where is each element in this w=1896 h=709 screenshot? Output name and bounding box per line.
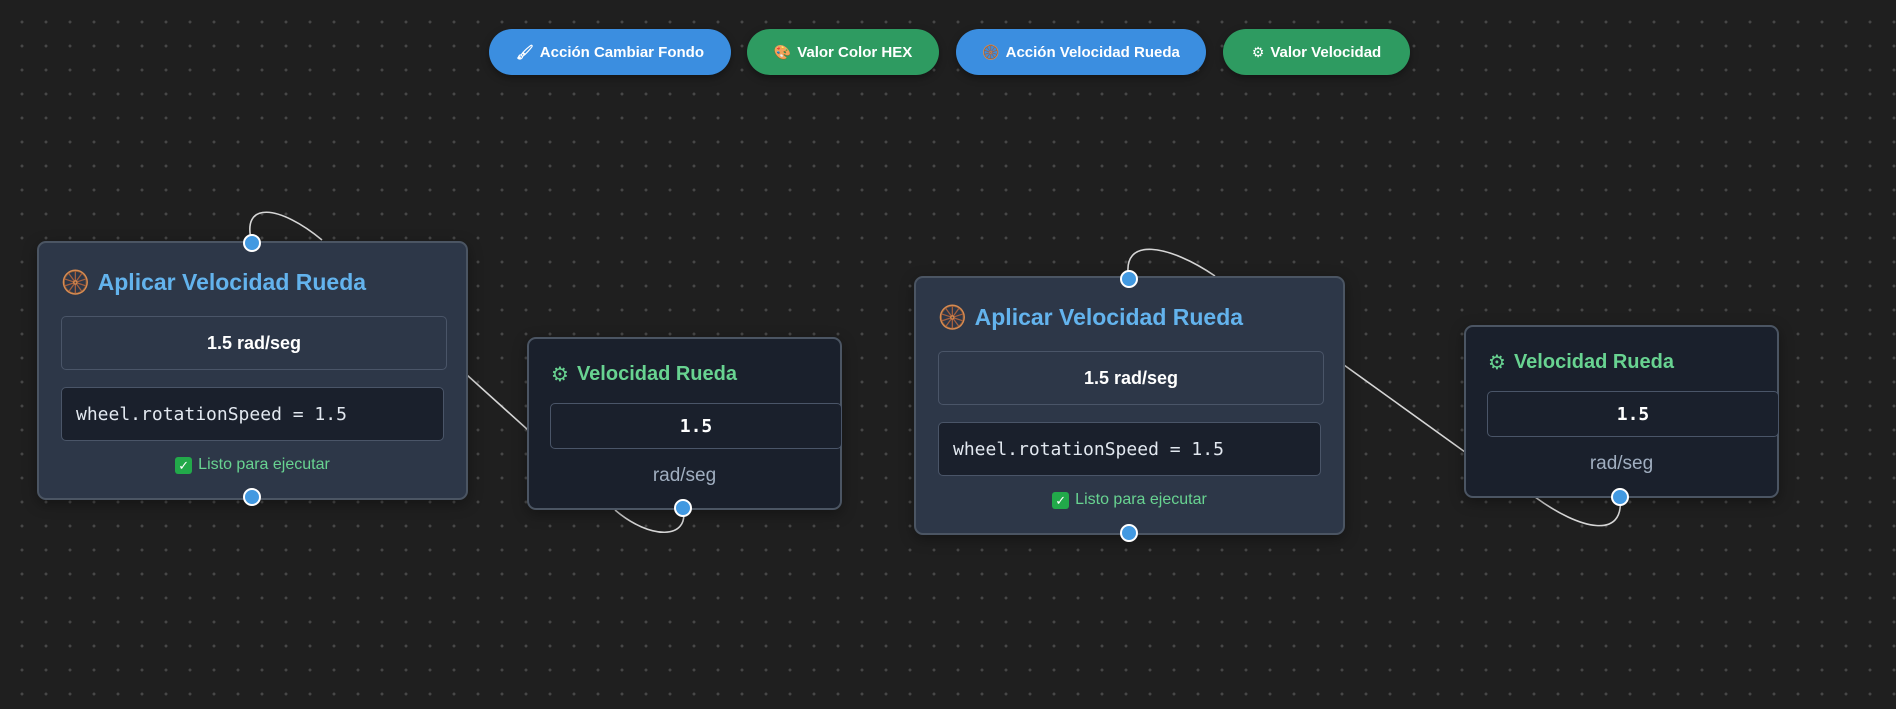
- node-title: 🛞 Aplicar Velocidad Rueda: [938, 304, 1243, 331]
- edge-loop-1[interactable]: [249, 211, 323, 244]
- button-label: Acción Velocidad Rueda: [1005, 43, 1180, 61]
- node-title-label: Velocidad Rueda: [576, 363, 737, 385]
- gear-icon: ⚙: [1251, 44, 1265, 60]
- speed-value-input[interactable]: [550, 403, 842, 449]
- output-handle[interactable]: [1120, 524, 1138, 542]
- node-title: ⚙ Velocidad Rueda: [551, 363, 737, 386]
- status-line: ✓ Listo para ejecutar: [39, 456, 466, 474]
- edge-loop-2[interactable]: [614, 507, 685, 533]
- edge-loop-4[interactable]: [1534, 496, 1622, 527]
- node-title-label: Aplicar Velocidad Rueda: [97, 269, 367, 295]
- output-handle[interactable]: [243, 488, 261, 506]
- wheel-icon: 🛞: [982, 44, 1000, 60]
- gear-icon: ⚙: [1488, 351, 1506, 374]
- palette-icon: 🎨: [773, 44, 792, 60]
- unit-label: rad/seg: [1589, 453, 1654, 474]
- input-handle[interactable]: [243, 234, 261, 252]
- add-wheel-speed-action-button[interactable]: 🛞 Acción Velocidad Rueda: [956, 29, 1206, 75]
- code-preview: wheel.rotationSpeed = 1.5: [938, 422, 1321, 476]
- button-label: Acción Cambiar Fondo: [539, 43, 704, 61]
- node-title: 🛞 Aplicar Velocidad Rueda: [61, 269, 366, 296]
- speed-value-input[interactable]: [1487, 391, 1779, 437]
- edge-loop-3[interactable]: [1127, 248, 1216, 280]
- speed-display: 1.5 rad/seg: [61, 316, 447, 370]
- edge-connection-1[interactable]: [466, 374, 529, 431]
- unit-label: rad/seg: [652, 465, 717, 486]
- checkmark-icon: ✓: [1052, 491, 1070, 509]
- node-title-label: Aplicar Velocidad Rueda: [974, 304, 1244, 330]
- wheel-icon: 🛞: [61, 269, 90, 295]
- code-preview: wheel.rotationSpeed = 1.5: [61, 387, 444, 441]
- output-handle[interactable]: [1611, 488, 1629, 506]
- edge-connection-2[interactable]: [1343, 364, 1466, 453]
- action-node-apply-wheel-speed[interactable]: 🛞 Aplicar Velocidad Rueda 1.5 rad/seg wh…: [37, 241, 468, 500]
- paintbrush-icon: 🖌: [516, 44, 534, 60]
- status-line: ✓ Listo para ejecutar: [916, 491, 1343, 509]
- status-text: Listo para ejecutar: [198, 456, 330, 473]
- output-handle[interactable]: [674, 499, 692, 517]
- button-label: Valor Color HEX: [797, 43, 913, 61]
- add-speed-value-button[interactable]: ⚙ Valor Velocidad: [1223, 29, 1410, 75]
- button-label: Valor Velocidad: [1270, 43, 1382, 61]
- input-handle[interactable]: [1120, 270, 1138, 288]
- action-node-apply-wheel-speed[interactable]: 🛞 Aplicar Velocidad Rueda 1.5 rad/seg wh…: [914, 276, 1345, 535]
- toolbar: 🖌 Acción Cambiar Fondo 🎨 Valor Color HEX…: [0, 29, 1896, 75]
- speed-display: 1.5 rad/seg: [938, 351, 1324, 405]
- checkmark-icon: ✓: [175, 456, 193, 474]
- add-color-hex-value-button[interactable]: 🎨 Valor Color HEX: [747, 29, 939, 75]
- value-node-wheel-speed[interactable]: ⚙ Velocidad Rueda rad/seg: [527, 337, 842, 510]
- node-title: ⚙ Velocidad Rueda: [1488, 351, 1674, 374]
- add-change-background-action-button[interactable]: 🖌 Acción Cambiar Fondo: [489, 29, 731, 75]
- gear-icon: ⚙: [551, 363, 569, 386]
- value-node-wheel-speed[interactable]: ⚙ Velocidad Rueda rad/seg: [1464, 325, 1779, 498]
- wheel-icon: 🛞: [938, 304, 967, 330]
- node-title-label: Velocidad Rueda: [1513, 351, 1674, 373]
- status-text: Listo para ejecutar: [1075, 491, 1207, 508]
